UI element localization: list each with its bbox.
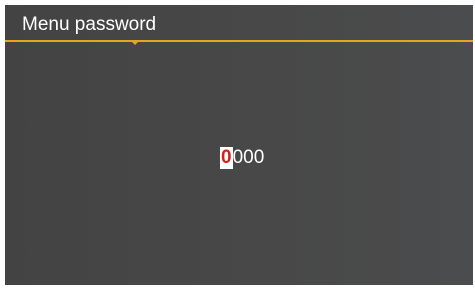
password-entry[interactable]: 0 0 0 0 xyxy=(220,147,264,169)
header-divider xyxy=(5,40,473,42)
password-digit-2[interactable]: 0 xyxy=(233,147,244,169)
password-digit-3[interactable]: 0 xyxy=(243,147,254,169)
password-digit-1[interactable]: 0 xyxy=(220,147,233,169)
page-title: Menu password xyxy=(22,14,157,35)
menu-password-screen: Menu password 0 0 0 0 xyxy=(5,5,473,285)
password-digit-4[interactable]: 0 xyxy=(254,147,265,169)
divider-marker xyxy=(131,41,139,45)
header: Menu password xyxy=(5,5,473,45)
